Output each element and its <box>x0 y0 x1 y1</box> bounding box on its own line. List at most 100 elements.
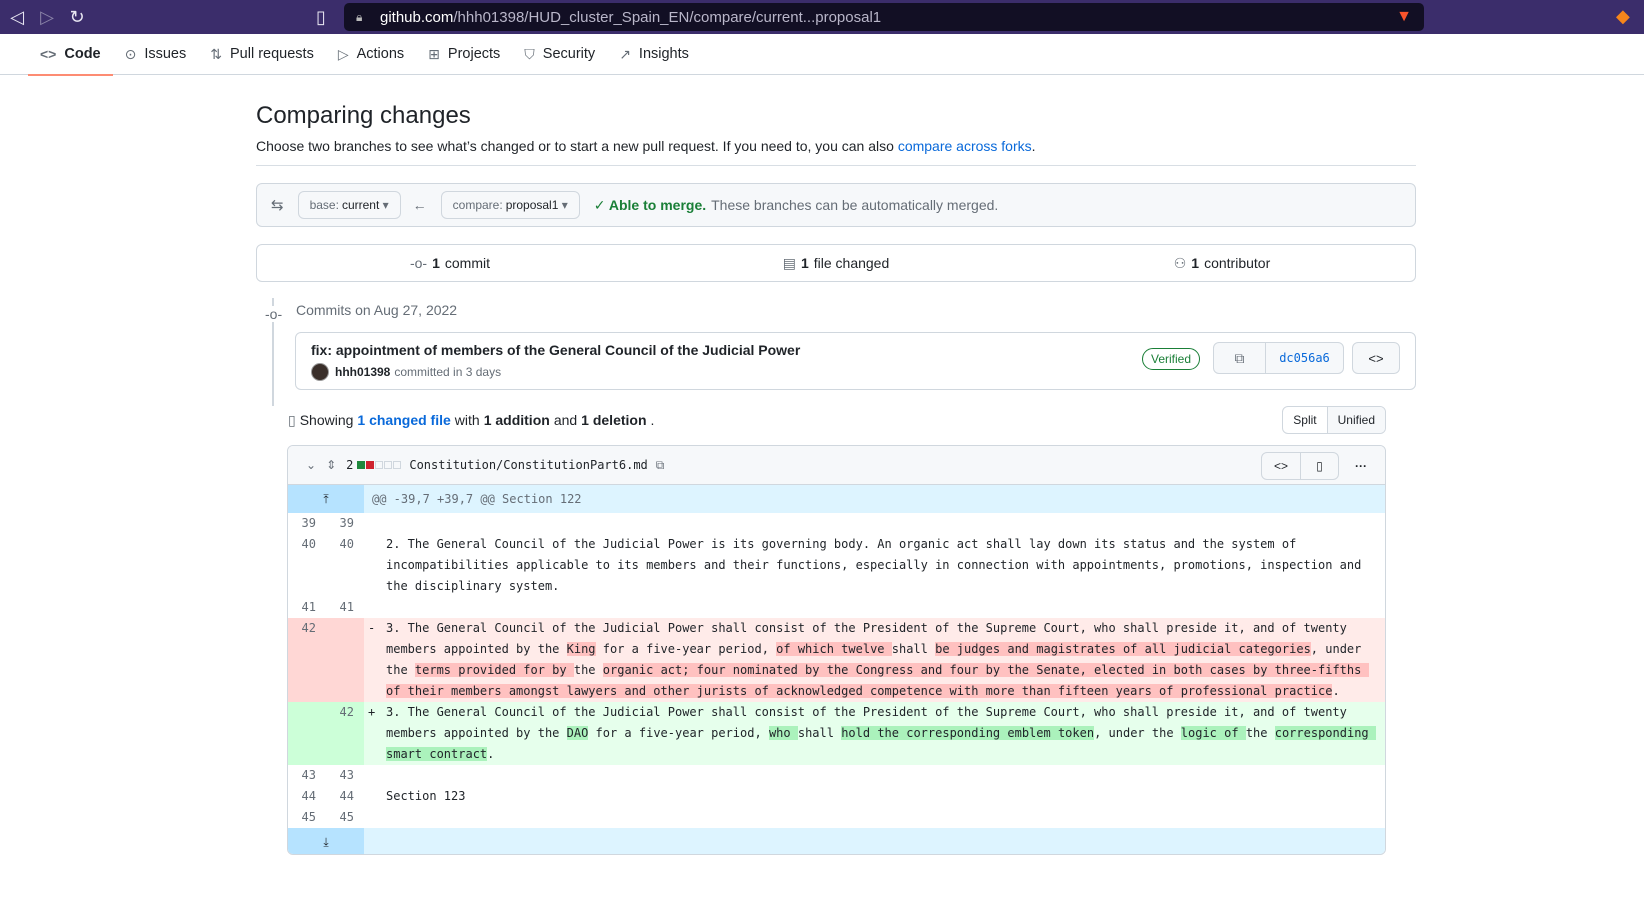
commit-author[interactable]: hhh01398 <box>335 365 390 379</box>
expand-all-icon[interactable]: ⇕ <box>326 458 336 472</box>
issue-icon: ⊙ <box>124 45 137 62</box>
brave-shield-icon[interactable]: ▼ <box>1396 8 1412 26</box>
unified-button[interactable]: Unified <box>1326 407 1385 433</box>
file-header: ⌄ ⇕ 2 Constitution/ConstitutionPart6.md … <box>288 446 1385 485</box>
copy-icon[interactable]: ⧉ <box>656 458 665 473</box>
old-line-number[interactable]: 43 <box>288 765 326 786</box>
new-line-number[interactable]: 45 <box>326 807 364 828</box>
tab-label: Projects <box>447 46 501 62</box>
tab-pull-requests[interactable]: ⇅ Pull requests <box>198 34 326 75</box>
new-line-number[interactable]: 42 <box>326 702 364 765</box>
graph-icon: ↗ <box>619 45 631 62</box>
new-line-number[interactable]: 44 <box>326 786 364 807</box>
base-branch: current <box>341 198 380 212</box>
deleted-word: King <box>566 642 596 656</box>
compare-forks-link[interactable]: compare across forks <box>898 138 1032 154</box>
verified-badge[interactable]: Verified <box>1142 348 1201 370</box>
old-line-number[interactable]: 45 <box>288 807 326 828</box>
base-branch-select[interactable]: base: current ▾ <box>297 191 401 219</box>
text-part: the <box>1245 726 1275 740</box>
new-line-number[interactable]: 41 <box>326 597 364 618</box>
pull-request-icon: ⇅ <box>210 45 222 62</box>
metamask-icon[interactable]: ◆ <box>1616 6 1630 27</box>
file-actions: <> ▯ ··· <box>1261 452 1377 480</box>
compare-arrows-icon: ⇆ <box>271 197 284 214</box>
files-label: file changed <box>813 255 890 271</box>
new-line-number <box>326 618 364 702</box>
tab-insights[interactable]: ↗ Insights <box>607 34 701 75</box>
deletions-count: 1 deletion <box>581 412 647 428</box>
compare-branch-select[interactable]: compare: proposal1 ▾ <box>440 191 580 219</box>
url-path: /hhh01398/HUD_cluster_Spain_EN/compare/c… <box>453 8 882 26</box>
text-part: the <box>573 663 603 677</box>
file-path[interactable]: Constitution/ConstitutionPart6.md <box>409 458 647 472</box>
new-line-number[interactable]: 40 <box>326 534 364 597</box>
expand-up-icon[interactable]: ⤒ <box>288 485 364 513</box>
tab-issues[interactable]: ⊙ Issues <box>113 34 199 75</box>
tab-label: Pull requests <box>230 46 314 62</box>
copy-icon[interactable]: ⧉ <box>1214 343 1266 373</box>
tab-projects[interactable]: ⊞ Projects <box>416 34 512 75</box>
contributors-stat[interactable]: ⚇ 1 contributor <box>1029 245 1415 281</box>
files-stat[interactable]: ▤ 1 file changed <box>643 245 1029 281</box>
old-line-number[interactable]: 39 <box>288 513 326 534</box>
changed-files-link[interactable]: 1 changed file <box>357 412 450 428</box>
added-word: who <box>768 726 798 740</box>
text-part: for a five-year period, <box>595 642 777 656</box>
kebab-menu-icon[interactable]: ··· <box>1345 459 1377 473</box>
page-title: Comparing changes <box>256 102 471 129</box>
tab-label: Actions <box>356 46 405 62</box>
tab-actions[interactable]: ▷ Actions <box>326 34 416 75</box>
hunk-row: ⤓ <box>288 828 1385 854</box>
old-line-number[interactable]: 40 <box>288 534 326 597</box>
forward-icon[interactable]: ▷ <box>32 2 62 32</box>
commits-count: 1 <box>432 255 440 271</box>
diff-table: ⤒ @@ -39,7 +39,7 @@ Section 122 39 39 40 4… <box>288 485 1385 854</box>
new-line-number[interactable]: 43 <box>326 765 364 786</box>
old-line-number[interactable]: 42 <box>288 618 326 702</box>
diff-line: 45 45 <box>288 807 1385 828</box>
subtitle-text: Choose two branches to see what’s change… <box>256 138 894 154</box>
commit-sha[interactable]: dc056a6 <box>1266 343 1343 373</box>
tab-label: Insights <box>638 46 689 62</box>
old-line-number[interactable]: 44 <box>288 786 326 807</box>
people-icon: ⚇ <box>1173 254 1187 271</box>
address-bar[interactable]: 🔒︎ github.com/hhh01398/HUD_cluster_Spain… <box>344 3 1424 31</box>
tab-security[interactable]: ⛉ Security <box>512 34 607 75</box>
expand-down-icon[interactable]: ⤓ <box>288 828 364 854</box>
code-icon: <> <box>1368 350 1384 366</box>
compare-prefix: compare: <box>452 198 503 212</box>
back-icon[interactable]: ◁ <box>2 2 32 32</box>
tab-code[interactable]: <> Code <box>28 34 113 76</box>
hunk-spacer <box>364 828 1385 854</box>
bookmark-icon[interactable]: ▯ <box>306 2 336 32</box>
old-line-number[interactable]: 41 <box>288 597 326 618</box>
commit-message[interactable]: fix: appointment of members of the Gener… <box>311 342 800 358</box>
range-editor: ⇆ base: current ▾ ← compare: proposal1 ▾ ✓… <box>256 183 1416 227</box>
lock-icon: 🔒︎ <box>356 9 363 24</box>
avatar[interactable] <box>311 363 329 381</box>
commit-time: committed in 3 days <box>394 365 502 379</box>
commits-stat[interactable]: -o- 1 commit <box>257 245 643 281</box>
commit-item: fix: appointment of members of the Gener… <box>295 332 1416 390</box>
browser-toolbar: ◁ ▷ ↻ ▯ 🔒︎ github.com/hhh01398/HUD_clust… <box>0 0 1644 34</box>
deleted-word: terms provided for by <box>414 663 574 677</box>
deleted-word: be judges and magistrates of all judicia… <box>935 642 1311 656</box>
merge-status-text: Able to merge. <box>608 196 707 213</box>
commit-node-icon: -o- <box>265 306 283 322</box>
check-icon: ✓ <box>593 196 609 213</box>
commits-date: Commits on Aug 27, 2022 <box>296 302 458 318</box>
chevron-down-icon[interactable]: ⌄ <box>306 458 316 472</box>
split-button[interactable]: Split <box>1283 407 1326 433</box>
browse-code-button[interactable]: <> <box>1352 342 1400 374</box>
and-text: and <box>553 412 578 428</box>
text-part: . <box>1332 684 1340 698</box>
base-prefix: base: <box>309 198 339 212</box>
text-part: for a five-year period, <box>588 726 769 740</box>
new-line-number[interactable]: 39 <box>326 513 364 534</box>
source-diff-icon[interactable]: <> <box>1262 453 1300 479</box>
reload-icon[interactable]: ↻ <box>62 2 92 32</box>
merge-description: These branches can be automatically merg… <box>711 197 999 213</box>
hunk-row: ⤒ @@ -39,7 +39,7 @@ Section 122 <box>288 485 1385 513</box>
rich-diff-icon[interactable]: ▯ <box>1300 453 1338 479</box>
